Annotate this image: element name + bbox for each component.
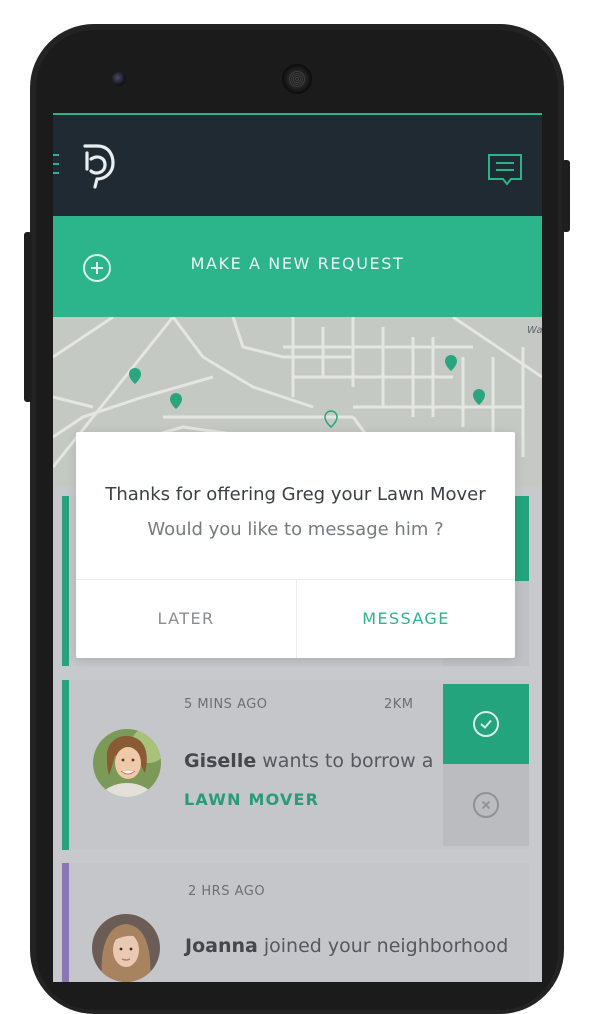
- map-street-label: Wa: [527, 325, 542, 336]
- decline-button[interactable]: [443, 764, 529, 846]
- feed-distance: 2KM: [384, 697, 414, 712]
- feed-text: wants to borrow a: [262, 750, 434, 772]
- app-screen: MAKE A NEW REQUEST Wa 5 MINS AGO 2KM Gis…: [53, 113, 542, 982]
- front-camera: [112, 72, 126, 86]
- feed-text: joined your neighborhood: [263, 935, 509, 957]
- feed-card[interactable]: 2 HRS AGO Joanna joined your neighborhoo…: [62, 863, 529, 982]
- feed-card[interactable]: 5 MINS AGO 2KM Giselle wants to borrow a…: [62, 680, 529, 850]
- new-request-button[interactable]: MAKE A NEW REQUEST: [53, 216, 542, 317]
- card-accent-bar: [62, 496, 69, 666]
- feed-time: 5 MINS AGO: [184, 697, 268, 712]
- volume-button: [24, 232, 32, 402]
- later-button[interactable]: LATER: [76, 580, 296, 658]
- power-button: [562, 160, 570, 232]
- accept-button[interactable]: [443, 684, 529, 764]
- avatar-joanna-icon: [92, 914, 160, 982]
- feed-item-link[interactable]: LAWN MOVER: [184, 790, 319, 809]
- message-button[interactable]: MESSAGE: [297, 580, 515, 658]
- app-bar: [53, 113, 542, 216]
- check-circle-icon: [473, 711, 499, 737]
- new-request-label: MAKE A NEW REQUEST: [190, 254, 405, 273]
- avatar[interactable]: [92, 914, 160, 982]
- earpiece-speaker: [282, 64, 312, 94]
- dialog-title: Thanks for offering Greg your Lawn Mover: [105, 484, 486, 505]
- feed-time: 2 HRS AGO: [188, 884, 266, 899]
- close-circle-icon: [473, 792, 499, 818]
- avatar-giselle-icon: [93, 729, 161, 797]
- feed-user-name[interactable]: Joanna: [185, 935, 258, 957]
- card-accent-bar: [62, 680, 69, 850]
- feed-message: Joanna joined your neighborhood: [185, 935, 508, 957]
- card-accent-bar: [62, 863, 69, 982]
- dialog-subtitle: Would you like to message him ?: [147, 519, 444, 540]
- avatar[interactable]: [93, 729, 161, 797]
- feed-message: Giselle wants to borrow a: [184, 750, 433, 772]
- chat-icon[interactable]: [487, 153, 523, 187]
- confirmation-dialog: Thanks for offering Greg your Lawn Mover…: [76, 432, 515, 658]
- menu-icon[interactable]: [53, 147, 63, 187]
- app-logo: [83, 144, 115, 189]
- feed-user-name[interactable]: Giselle: [184, 750, 256, 772]
